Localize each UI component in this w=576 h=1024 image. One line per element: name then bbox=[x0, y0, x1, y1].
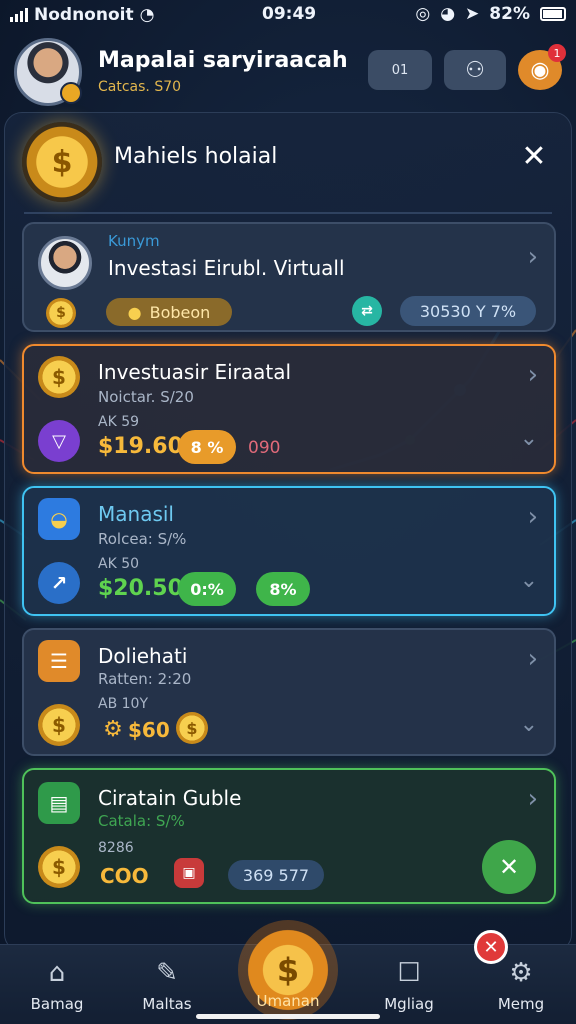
card-percent-badge[interactable]: 8 % bbox=[178, 430, 236, 464]
investment-card-guble[interactable]: ▤ Ciratain Guble Catala: S/% › 8286 $ CO… bbox=[22, 768, 556, 904]
profile-header: Mapalai saryiraacah Catcas. S70 01 ⚇ ◉ 1 bbox=[0, 32, 576, 112]
header-profile-button[interactable]: ⚇ bbox=[444, 50, 506, 90]
card-amount: $20.50 bbox=[98, 576, 183, 601]
coin-logo-icon: $ bbox=[22, 122, 102, 202]
card-title: Doliehati bbox=[98, 644, 188, 668]
card-pill-label: Bobeon bbox=[149, 302, 211, 322]
close-badge-icon[interactable]: ✕ bbox=[474, 930, 508, 964]
chevron-right-icon: › bbox=[527, 644, 538, 674]
card-subtitle: Ratten: 2:20 bbox=[98, 670, 192, 688]
card-small-text: AB 10Y bbox=[98, 696, 148, 712]
nav-label: Maltas bbox=[142, 995, 192, 1013]
nav-label: Umanan bbox=[256, 992, 320, 1010]
card-amount: $19.60 bbox=[98, 434, 183, 459]
user-name: Mapalai saryiraacah bbox=[98, 48, 348, 73]
wallet-icon: ▤ bbox=[38, 782, 80, 824]
card-subtitle: Catala: S/% bbox=[98, 812, 185, 830]
coin-icon: $ bbox=[38, 704, 80, 746]
card-pill[interactable]: ● Bobeon bbox=[106, 298, 232, 326]
compass-icon: ↗ bbox=[38, 562, 80, 604]
coin-icon: $ bbox=[38, 356, 80, 398]
confirm-button[interactable]: ✕ bbox=[482, 840, 536, 894]
chevron-right-icon: › bbox=[527, 242, 538, 272]
investment-card-doliehati[interactable]: ☰ Doliehati Ratten: 2:20 › AB 10Y $ ⚙ $6… bbox=[22, 628, 556, 756]
location-icon: ◎ bbox=[415, 4, 431, 24]
coin-small-icon: ● bbox=[127, 302, 142, 322]
card-label-small: Kunym bbox=[108, 232, 160, 250]
gear-icon: ⚙ bbox=[509, 958, 533, 988]
shield-icon: ▽ bbox=[38, 420, 80, 462]
card-avatar bbox=[38, 236, 92, 290]
chevron-down-icon[interactable]: ⌄ bbox=[520, 426, 538, 451]
card-amount: $60 bbox=[128, 718, 170, 742]
gear-coin-icon: ⚙ bbox=[103, 716, 123, 742]
card-value: 369 577 bbox=[228, 860, 324, 890]
header-notification-button[interactable]: ◉ 1 bbox=[518, 44, 566, 90]
tag-icon: ☐ bbox=[397, 958, 421, 988]
chevron-down-icon[interactable]: ⌄ bbox=[520, 568, 538, 593]
investment-card-manasil[interactable]: ◒ Manasil Rolcea: S/% › AK 50 ↗ $20.50 0… bbox=[22, 486, 556, 616]
home-icon: ⌂ bbox=[48, 958, 66, 988]
chevron-right-icon: › bbox=[527, 784, 538, 814]
card-value: 30530 Y 7% bbox=[400, 296, 536, 326]
card-percent-badge-2[interactable]: 8% bbox=[256, 572, 310, 606]
chevron-right-icon: › bbox=[527, 502, 538, 532]
card-small-text: 8286 bbox=[98, 840, 134, 856]
avatar-badge-icon bbox=[60, 82, 82, 104]
card-title: Investasi Eirubl. Virtuall bbox=[108, 256, 345, 280]
status-bar: Nodnonoit ◔ 09:49 ◎ ◕ ➤ 82% bbox=[0, 0, 576, 30]
nav-label: Mgliag bbox=[384, 995, 434, 1013]
card-title: Ciratain Guble bbox=[98, 786, 242, 810]
wifi-icon: ◔ bbox=[139, 5, 155, 25]
panel-divider bbox=[24, 212, 552, 214]
gift-icon: ▣ bbox=[174, 858, 204, 888]
card-badge-coin: $ bbox=[176, 712, 208, 744]
nav-item-edit[interactable]: ✎ Maltas bbox=[112, 945, 222, 1024]
battery-percent: 82% bbox=[489, 4, 530, 24]
edit-icon: ✎ bbox=[156, 958, 178, 988]
document-icon: ☰ bbox=[38, 640, 80, 682]
card-percent-badge[interactable]: 0:% bbox=[178, 572, 236, 606]
card-small-text: AK 50 bbox=[98, 556, 140, 572]
card-subtitle: Rolcea: S/% bbox=[98, 530, 187, 548]
home-indicator bbox=[196, 1014, 380, 1019]
signal-icon bbox=[10, 8, 28, 22]
nav-label: Bamag bbox=[30, 995, 84, 1013]
battery-icon bbox=[540, 7, 566, 21]
header-stats-button[interactable]: 01 bbox=[368, 50, 432, 90]
investment-card-virtual[interactable]: Kunym Investasi Eirubl. Virtuall › $ ● B… bbox=[22, 222, 556, 332]
status-right: ◎ ◕ ➤ 82% bbox=[415, 4, 566, 24]
card-coins: COO bbox=[100, 864, 149, 888]
alarm-icon: ◕ bbox=[440, 4, 456, 24]
card-title: Manasil bbox=[98, 502, 174, 526]
coin-icon: $ bbox=[46, 298, 76, 328]
check-icon: ✕ bbox=[498, 853, 520, 881]
carrier-name: Nodnonoit bbox=[34, 5, 134, 25]
card-extra-value: 090 bbox=[248, 438, 281, 458]
nav-item-home[interactable]: ⌂ Bamag bbox=[2, 945, 112, 1024]
bell-icon: ◉ bbox=[530, 57, 550, 83]
exchange-icon: ⇄ bbox=[352, 296, 382, 326]
nav-item-tag[interactable]: ☐ Mgliag bbox=[354, 945, 464, 1024]
investment-card-eiraatal[interactable]: $ Investuasir Eiraatal Noictar. S/20 › A… bbox=[22, 344, 556, 474]
user-group-icon: ⚇ bbox=[465, 57, 485, 83]
card-small-text: AK 59 bbox=[98, 414, 140, 430]
panel-title: Mahiels holaial bbox=[114, 144, 278, 169]
header-stats-label: 01 bbox=[391, 62, 409, 78]
card-title: Investuasir Eiraatal bbox=[98, 360, 292, 384]
coin-icon: $ bbox=[38, 846, 80, 888]
nav-label: Memg bbox=[497, 995, 545, 1013]
notification-badge: 1 bbox=[548, 44, 566, 62]
status-time: 09:49 bbox=[262, 4, 317, 24]
status-left: Nodnonoit ◔ bbox=[10, 5, 154, 25]
close-icon: ✕ bbox=[521, 138, 547, 174]
close-button[interactable]: ✕ bbox=[516, 138, 552, 174]
cloud-coin-icon: ◒ bbox=[38, 498, 80, 540]
chevron-down-icon[interactable]: ⌄ bbox=[520, 712, 538, 737]
navigation-icon: ➤ bbox=[465, 4, 480, 24]
user-subtitle: Catcas. S70 bbox=[98, 79, 182, 95]
card-subtitle: Noictar. S/20 bbox=[98, 388, 194, 406]
coin-icon: $ bbox=[276, 951, 300, 989]
chevron-right-icon: › bbox=[527, 360, 538, 390]
